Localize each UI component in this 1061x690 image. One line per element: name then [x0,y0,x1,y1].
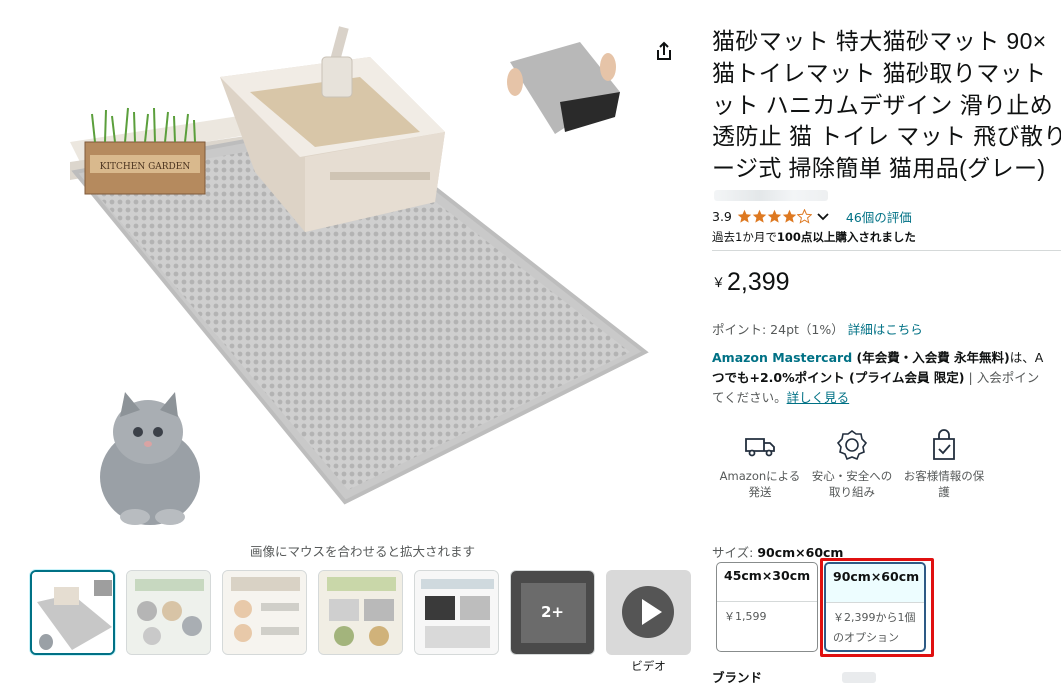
size-option-price: ￥2,399から1個のオプション [826,602,924,650]
size-selected-value: 90cm×60cm [757,545,844,560]
card-learn-more-link[interactable]: 詳しく見る [787,390,850,405]
size-option-title: 90cm×60cm [826,564,924,602]
feature-safety[interactable]: 安心・安全への 取り組み [804,425,900,500]
thumbnail-3[interactable] [222,570,307,655]
truck-icon [745,438,775,457]
points-details-link[interactable]: 詳細はこちら [848,322,923,337]
feature-privacy[interactable]: お客様情報の保護 [896,425,992,500]
star-full-icon [782,209,797,223]
thumbnail-5[interactable] [414,570,499,655]
star-rating[interactable] [737,208,812,224]
share-icon[interactable] [652,40,676,64]
brand-value-blurred [842,672,876,683]
thumbnail-4[interactable] [318,570,403,655]
points-info: ポイント: 24pt（1%） 詳細はこちら [712,319,923,338]
product-details: 猫砂マット 特大猫砂マット 90× 猫トイレマット 猫砂取りマット ット ハニカ… [712,0,1061,690]
bought-prefix: 過去1か月で [712,230,777,244]
star-full-icon [767,209,782,223]
star-empty-icon [796,208,812,224]
size-option-45x30[interactable]: 45cm×30cm ￥1,599 [716,562,818,652]
zoom-hint: 画像にマウスを合わせると拡大されます [249,544,475,559]
size-option-title: 45cm×30cm [724,568,811,583]
feature-label: Amazonによる 発送 [719,469,801,499]
title-line-2: 猫トイレマット 猫砂取りマット [712,59,1047,86]
card-promo: Amazon Mastercard (年会費・入会費 永年無料)は、A つでも+… [712,348,1061,408]
star-full-icon [752,209,767,223]
product-title: 猫砂マット 特大猫砂マット 90× 猫トイレマット 猫砂取りマット ット ハニカ… [712,26,1061,185]
card-line3-text: てください。 [712,390,787,405]
chevron-down-icon[interactable] [816,209,830,223]
rating-value: 3.9 [712,208,732,224]
video-label: ビデオ [631,659,666,673]
points-text: ポイント: 24pt（1%） [712,322,844,337]
rating-row: 3.9 46個の評価 [712,207,912,225]
title-line-4: 透防止 猫 トイレ マット 飛び散り [712,123,1061,150]
bought-in-past-month: 過去1か月で100点以上購入されました [712,229,916,245]
divider [712,250,1061,251]
title-line-3: ット ハニカムデザイン 滑り止め [712,91,1054,118]
size-label: サイズ: 90cm×60cm [712,545,844,560]
thumbnail-2[interactable] [126,570,211,655]
bought-count: 100点以上購入されました [776,230,916,244]
thumbnail-video[interactable] [606,570,691,655]
title-line-5: ージ式 掃除簡単 猫用品(グレー) [712,155,1046,182]
card-signup-text: | 入会ポイン [964,370,1040,385]
card-points-text: つでも+2.0%ポイント (プライム会員 限定) [712,370,965,385]
secure-bag-icon [933,429,955,460]
brand-label: ブランド [712,670,763,685]
feature-label: 安心・安全への 取り組み [811,469,893,499]
feature-fulfilled-by-amazon[interactable]: Amazonによる 発送 [712,425,808,500]
card-promo-link[interactable]: Amazon Mastercard [712,350,852,365]
feature-label: お客様情報の保護 [903,469,985,499]
brand-link-blurred[interactable] [714,190,828,201]
main-product-image[interactable]: KITCHEN GARDEN [60,22,650,532]
price-value: 2,399 [727,268,790,296]
reviews-count-link[interactable]: 46個の評価 [846,207,912,226]
planter-sign: KITCHEN GARDEN [100,162,191,172]
thumbnail-6-more[interactable]: 2+ [510,570,595,655]
star-full-icon [737,209,752,223]
card-fee-text: (年会費・入会費 永年無料) [852,350,1010,365]
price-symbol: ￥ [712,276,726,291]
size-option-90x60[interactable]: 90cm×60cm ￥2,399から1個のオプション [824,562,926,652]
thumbnail-1[interactable] [30,570,115,655]
more-thumbnails-label: 2+ [540,603,564,621]
shield-badge-icon [836,430,868,461]
size-option-price: ￥1,599 [717,601,817,632]
title-line-1: 猫砂マット 特大猫砂マット 90× [712,28,1047,54]
price: ￥ 2,399 [712,268,790,297]
card-mid-text: は、A [1009,350,1044,365]
